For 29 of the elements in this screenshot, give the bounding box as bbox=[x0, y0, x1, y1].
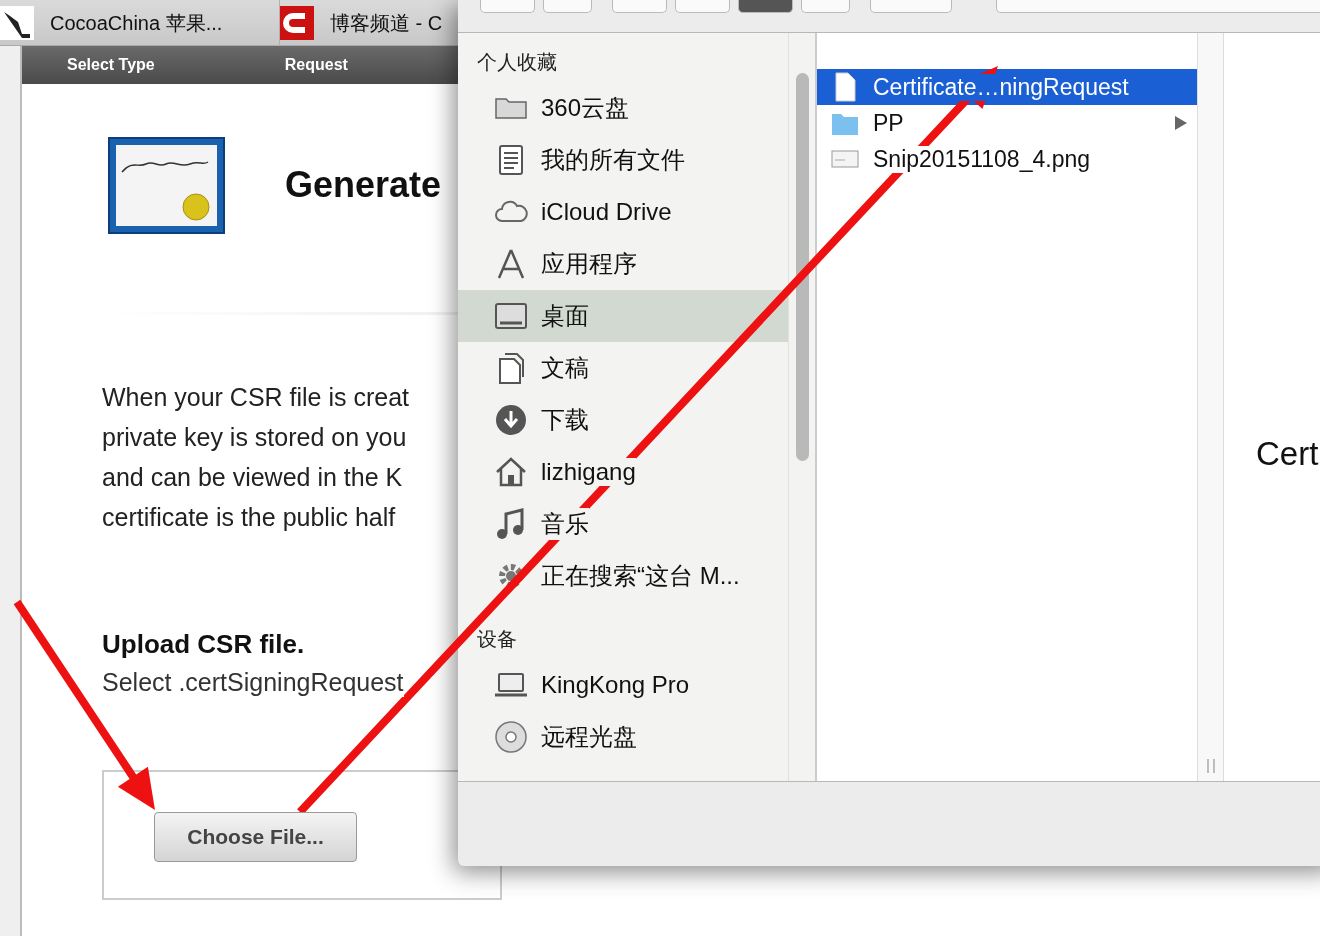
toolbar-button[interactable] bbox=[612, 0, 668, 13]
download-icon bbox=[494, 403, 528, 437]
sidebar-item[interactable]: 桌面 bbox=[458, 290, 788, 342]
page-heading: Generate bbox=[285, 164, 442, 206]
toolbar-button[interactable] bbox=[480, 0, 535, 13]
file-name: Snip20151108_4.png bbox=[873, 145, 1090, 173]
preview-title: Cert bbox=[1256, 435, 1319, 472]
step-label: Request bbox=[284, 56, 348, 74]
choose-file-button[interactable]: Choose File... bbox=[154, 812, 357, 862]
sidebar-item-label: 音乐 bbox=[541, 508, 589, 540]
sidebar-section-title: 个人收藏 bbox=[476, 50, 558, 75]
certificate-icon bbox=[108, 136, 225, 234]
file-row[interactable]: Certificate…ningRequest bbox=[817, 69, 1197, 105]
toolbar-button[interactable] bbox=[801, 0, 851, 13]
letter-c-logo-icon bbox=[280, 6, 314, 40]
file-name: Certificate…ningRequest bbox=[873, 73, 1129, 101]
sidebar-section-title: 设备 bbox=[476, 627, 518, 652]
toolbar-button[interactable] bbox=[870, 0, 952, 13]
disc-icon bbox=[494, 720, 528, 754]
toolbar-button[interactable] bbox=[675, 0, 731, 13]
house-icon bbox=[494, 455, 528, 489]
image-thumbnail-icon bbox=[0, 6, 34, 40]
toolbar-button[interactable] bbox=[542, 0, 593, 13]
path-popup[interactable] bbox=[995, 0, 1320, 13]
sidebar-item-label: lizhigang bbox=[541, 458, 636, 486]
step-label: Select Type bbox=[67, 56, 155, 74]
column-resize-handle[interactable] bbox=[1205, 759, 1216, 773]
scrollbar-thumb[interactable] bbox=[796, 73, 809, 461]
toolbar-button[interactable] bbox=[738, 0, 793, 13]
